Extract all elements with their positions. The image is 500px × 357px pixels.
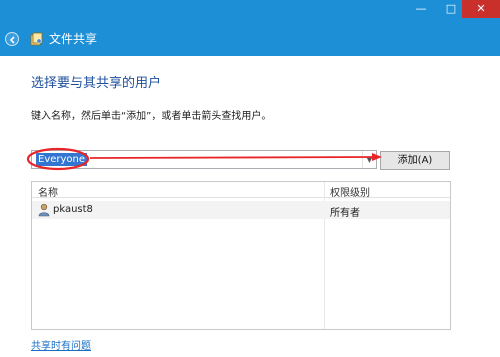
instruction-text: 键入名称，然后单击“添加”，或者单击箭头查找用户。 [31, 111, 272, 122]
column-header-name[interactable]: 名称 [38, 184, 58, 199]
list-header: 名称 权限级别 [32, 182, 450, 199]
close-button[interactable]: ✕ [462, 0, 500, 18]
add-button[interactable]: 添加(A) [380, 151, 450, 170]
page-heading: 选择要与其共享的用户 [31, 76, 162, 91]
minimize-button[interactable]: — [406, 0, 436, 18]
user-name-combobox[interactable]: Everyone ▼ [31, 150, 377, 169]
user-name-input[interactable]: Everyone [36, 153, 88, 166]
file-sharing-window: — □ ✕ 文件共享 选择要与其共享的用户 键入名称，然后单击“添加”，或者单击… [0, 0, 500, 357]
user-name-cell: pkaust8 [53, 204, 93, 215]
chevron-down-icon[interactable]: ▼ [362, 151, 376, 168]
user-icon [38, 203, 50, 217]
file-sharing-icon [30, 32, 44, 46]
column-header-permission[interactable]: 权限级别 [330, 184, 370, 199]
permission-cell[interactable]: 所有者 [330, 204, 360, 219]
user-list: 名称 权限级别 pkaust8 所有者 [31, 181, 451, 330]
sharing-help-link[interactable]: 共享时有问题 [31, 337, 91, 352]
back-arrow-icon[interactable] [5, 32, 19, 46]
navigation-bar: 文件共享 [0, 22, 500, 56]
table-row[interactable]: pkaust8 所有者 [32, 201, 450, 219]
window-title: 文件共享 [49, 32, 98, 46]
title-bar: — □ ✕ [0, 0, 500, 22]
